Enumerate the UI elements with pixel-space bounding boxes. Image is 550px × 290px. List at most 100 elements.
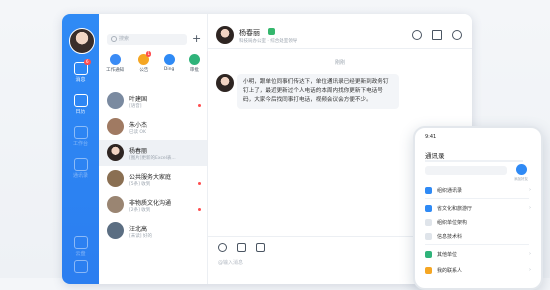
chat-name: 朱小杰 (129, 122, 148, 129)
row-label: 我的联系人 (437, 268, 463, 274)
chevron-right-icon: › (529, 205, 531, 211)
chat-name: 杨春丽 (129, 148, 148, 155)
list-item[interactable]: 非物质文化沟通 [2条] 收到 (99, 192, 207, 218)
chat-preview: [未读] 好的 (129, 234, 152, 239)
chat-preview: [2条] 收到 (129, 208, 151, 213)
add-button[interactable]: + (192, 32, 201, 45)
chat-preview: [语音] (129, 104, 142, 109)
search-icon (111, 35, 117, 42)
row-label: 其他单位 (437, 252, 458, 258)
quick-label: Ding (163, 67, 175, 72)
nav-rail: 6 消息 日历 工作台 通讯录 云盘 (62, 14, 99, 284)
contact-name: 杨春丽 (239, 29, 260, 37)
search-placeholder: 搜索 (119, 36, 130, 42)
chevron-right-icon: › (529, 187, 531, 193)
contact-row[interactable]: 其他单位 › (415, 248, 541, 261)
list-item-selected[interactable]: 杨春丽 [图片]更新的Excel表... (99, 140, 207, 166)
sender-avatar[interactable] (216, 74, 234, 92)
org-icon (425, 205, 432, 212)
user-avatar[interactable] (69, 28, 95, 54)
contacts-icon (73, 158, 88, 171)
settings-icon[interactable] (452, 30, 462, 40)
dept-icon (425, 219, 432, 226)
chat-preview: [5条] 收到 (129, 182, 151, 187)
divider (425, 244, 529, 245)
folder-icon[interactable] (432, 30, 442, 40)
avatar (107, 144, 124, 161)
unread-dot (198, 182, 201, 185)
rail-label: 日历 (75, 109, 86, 115)
add-friend-icon[interactable] (516, 164, 527, 175)
unread-badge: 6 (84, 59, 91, 65)
unread-dot (198, 208, 201, 211)
dept-icon (425, 233, 432, 240)
rail-item-workbench[interactable]: 工作台 (62, 126, 99, 147)
rail-item-profile[interactable] (62, 260, 99, 273)
contact-avatar[interactable] (216, 26, 234, 44)
quick-approval[interactable]: 审批 (188, 54, 200, 73)
quick-announcement[interactable]: 1 公告 (138, 51, 152, 73)
add-friend-label: 添加好友 (514, 177, 528, 181)
quick-label: 公告 (139, 68, 149, 73)
folder-icon[interactable] (256, 243, 265, 252)
contact-row[interactable]: 信息技术科 (415, 230, 541, 243)
chevron-right-icon: › (529, 251, 531, 257)
quick-label: 审批 (189, 68, 199, 73)
avatar (107, 170, 124, 187)
chat-preview: [图片]更新的Excel表... (129, 156, 176, 161)
rail-item-messages[interactable]: 6 消息 (62, 59, 99, 83)
desktop-app-window: — □ × 6 消息 日历 工作台 通讯录 云盘 (62, 14, 472, 284)
chat-toolbar (412, 30, 462, 40)
verified-badge (268, 28, 275, 35)
search-input[interactable] (425, 166, 507, 175)
chat-header: 杨春丽 科技局办公室 · 综合处室领导 (208, 14, 472, 49)
quick-actions: 工作通知 1 公告 Ding 审批 (99, 51, 207, 73)
rail-label: 消息 (75, 77, 86, 83)
row-label: 省文化和旅游厅 (437, 206, 473, 212)
contact-row[interactable]: 组织单位架构 (415, 216, 541, 229)
chat-name: 汪北高 (129, 226, 148, 233)
rail-item-contacts[interactable]: 通讯录 (62, 158, 99, 179)
list-item[interactable]: 朱小杰 已读 OK (99, 114, 207, 140)
mobile-device: 9:41 通讯录 添加好友 组织通讯录 › 省文化和旅游厅 › 组织单位架构 信… (413, 126, 543, 290)
avatar (107, 196, 124, 213)
group-icon (425, 251, 432, 258)
cloud-icon (73, 236, 88, 249)
list-item[interactable]: 叶建国 [语音] (99, 88, 207, 114)
composer-tools (218, 243, 265, 252)
org-icon (425, 187, 432, 194)
message-timestamp: 刚刚 (334, 60, 345, 66)
approval-icon (188, 54, 200, 65)
scissors-icon[interactable] (237, 243, 246, 252)
contact-row[interactable]: 组织通讯录 › (415, 184, 541, 197)
calendar-icon (73, 94, 88, 107)
contact-department: 科技局办公室 · 综合处室领导 (239, 39, 298, 44)
chat-name: 公共服务大家庭 (129, 174, 172, 181)
rail-label: 通讯录 (72, 173, 88, 179)
chat-name: 非物质文化沟通 (129, 200, 172, 207)
contact-row[interactable]: 我的联系人 › (415, 264, 541, 277)
composer-placeholder[interactable]: @输入消息 (218, 259, 243, 266)
divider (425, 198, 529, 199)
quick-label: 工作通知 (106, 68, 125, 73)
notice-icon (109, 54, 121, 65)
row-label: 组织通讯录 (437, 188, 463, 194)
list-item[interactable]: 汪北高 [未读] 好的 (99, 218, 207, 244)
list-item[interactable]: 公共服务大家庭 [5条] 收到 (99, 166, 207, 192)
avatar (107, 92, 124, 109)
quick-work-notice[interactable]: 工作通知 (106, 54, 124, 73)
avatar (107, 118, 124, 135)
rail-item-calendar[interactable]: 日历 (62, 94, 99, 115)
message-bubble: 小明，跟单位同事们传达下，单位通讯录已经更新到政务钉钉上了，最近更新过个人电话的… (237, 74, 399, 109)
rail-item-cloud[interactable]: 云盘 (62, 236, 99, 257)
search-input[interactable]: 搜索 (107, 34, 187, 45)
person-icon (73, 260, 88, 273)
contacts-icon (425, 267, 432, 274)
quick-ding[interactable]: Ding (163, 54, 175, 73)
history-icon[interactable] (412, 30, 422, 40)
emoji-icon[interactable] (218, 243, 227, 252)
rail-label: 云盘 (75, 251, 86, 257)
status-time: 9:41 (425, 134, 437, 140)
rail-label: 工作台 (72, 141, 88, 147)
contact-row[interactable]: 省文化和旅游厅 › (415, 202, 541, 215)
